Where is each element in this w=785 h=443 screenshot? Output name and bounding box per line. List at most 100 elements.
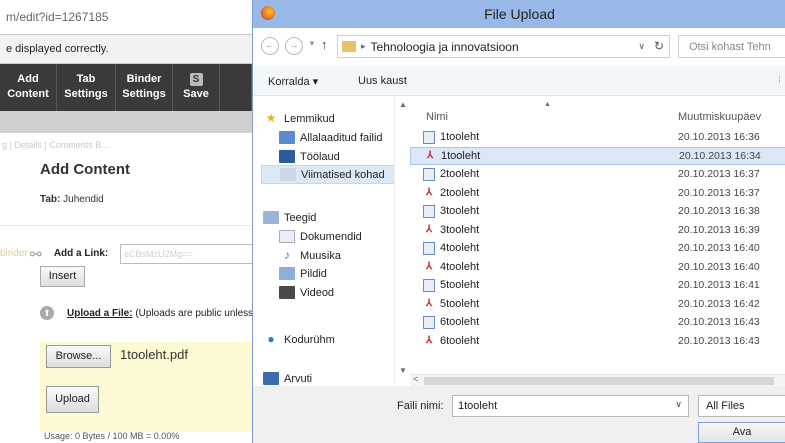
url-bar[interactable]: m/edit?id=1267185	[0, 0, 252, 35]
file-row[interactable]: ⅄ 5tooleht 20.10.2013 16:42	[410, 295, 785, 313]
file-row[interactable]: ⅄ 3tooleht 20.10.2013 16:39	[410, 221, 785, 239]
upload-button[interactable]: Upload	[46, 386, 99, 413]
browse-button[interactable]: Browse...	[46, 345, 111, 368]
binder-settings-button[interactable]: Binder Settings	[116, 64, 173, 111]
filter-value: All Files	[706, 400, 745, 412]
nav-label: Töölaud	[300, 150, 340, 163]
file-name: 3tooleht	[440, 205, 480, 217]
sort-arrow-icon: ▲	[544, 101, 551, 108]
computer-icon	[263, 372, 279, 385]
file-row[interactable]: ⅄ 2tooleht 20.10.2013 16:37	[410, 184, 785, 202]
nav-item-favorites[interactable]: ★ Lemmikud	[261, 109, 401, 128]
file-type-filter[interactable]: All Files	[698, 395, 785, 417]
file-name: 6tooleht	[440, 334, 480, 347]
scroll-down-icon[interactable]: ▼	[399, 366, 407, 375]
nav-item-recent-places[interactable]: Viimatised kohad	[261, 165, 401, 184]
nav-item-desktop[interactable]: Töölaud	[261, 147, 401, 166]
file-name: 5tooleht	[440, 279, 480, 291]
file-date: 20.10.2013 16:34	[679, 149, 761, 162]
nav-item-downloads[interactable]: Allalaaditud failid	[261, 128, 401, 147]
forward-arrow-icon[interactable]: →	[285, 37, 303, 55]
nav-item-pictures[interactable]: Pildid	[261, 264, 401, 283]
file-row[interactable]: 6tooleht 20.10.2013 16:43	[410, 313, 785, 331]
nav-label: Muusika	[300, 249, 341, 262]
word-document-icon	[423, 204, 435, 218]
chevron-down-icon[interactable]: ∨	[675, 399, 682, 410]
nav-item-computer[interactable]: Arvuti	[261, 369, 401, 386]
word-document-icon	[423, 130, 435, 144]
open-button[interactable]: Ava	[698, 422, 785, 443]
file-date: 20.10.2013 16:43	[678, 316, 760, 328]
nav-label: Videod	[300, 286, 335, 299]
up-arrow-icon[interactable]: ↑	[321, 37, 328, 52]
filename-value: 1tooleht	[458, 400, 498, 412]
add-link-row: binder ⚯ Add a Link:	[0, 246, 108, 262]
link-url-input[interactable]: eCBsMzU2Mg==	[120, 244, 252, 264]
nav-label: Dokumendid	[300, 230, 362, 243]
editor-toolbar: Add Content Tab Settings Binder Settings SS…	[0, 64, 252, 111]
path-bar[interactable]: ▸ Tehnoloogia ja innovatsioon ∨ ↻	[337, 35, 670, 58]
file-row[interactable]: ⅄ 6tooleht 20.10.2013 16:43	[410, 332, 785, 350]
usage-text: Usage: 0 Bytes / 100 MB = 0.00%	[44, 431, 180, 441]
faded-text: binder	[0, 247, 28, 259]
navigation-pane: ★ Lemmikud Allalaaditud failid Töölaud Vi…	[253, 96, 410, 386]
view-options-icon[interactable]: ⁞	[778, 75, 781, 86]
organize-menu[interactable]: Korralda ▾	[268, 75, 318, 88]
pdf-file-icon: ⅄	[425, 298, 433, 309]
nav-item-music[interactable]: ♪ Muusika	[261, 246, 401, 265]
path-dropdown-icon[interactable]: ∨	[638, 41, 645, 52]
save-label: Save	[183, 88, 209, 100]
filename-input[interactable]: 1tooleht ∨	[452, 395, 689, 417]
libraries-icon	[263, 211, 279, 224]
scrollbar-thumb[interactable]	[424, 377, 774, 385]
breadcrumb[interactable]: g | Details | Comments B...	[2, 140, 109, 150]
file-row[interactable]: 3tooleht 20.10.2013 16:38	[410, 202, 785, 220]
homegroup-icon: ●	[267, 332, 275, 346]
file-row[interactable]: 5tooleht 20.10.2013 16:41	[410, 276, 785, 294]
nav-item-homegroup[interactable]: ● Kodurühm	[261, 330, 401, 349]
back-arrow-icon[interactable]: ←	[261, 37, 279, 55]
refresh-icon[interactable]: ↻	[654, 39, 664, 53]
nav-item-documents[interactable]: Dokumendid	[261, 227, 401, 246]
add-content-button[interactable]: Add Content	[0, 64, 57, 111]
horizontal-scrollbar[interactable]: <	[410, 374, 785, 386]
file-date: 20.10.2013 16:39	[678, 223, 760, 236]
nav-item-libraries[interactable]: Teegid	[261, 208, 401, 227]
grey-divider-bar	[0, 111, 252, 133]
column-header-name[interactable]: Nimi	[426, 111, 448, 123]
word-document-icon	[423, 167, 435, 181]
upload-file-link[interactable]: Upload a File:	[67, 308, 133, 319]
file-row[interactable]: ⅄ 4tooleht 20.10.2013 16:40	[410, 258, 785, 276]
filename-label: Faili nimi:	[397, 400, 444, 412]
pdf-file-icon: ⅄	[425, 224, 433, 235]
warning-text: e displayed correctly.	[6, 43, 109, 55]
file-name: 2tooleht	[440, 186, 480, 199]
file-date: 20.10.2013 16:38	[678, 205, 760, 217]
file-date: 20.10.2013 16:36	[678, 131, 760, 143]
file-row[interactable]: 2tooleht 20.10.2013 16:37	[410, 165, 785, 183]
scroll-left-icon[interactable]: <	[413, 374, 418, 384]
nav-item-videos[interactable]: Videod	[261, 283, 401, 302]
pdf-file-icon: ⅄	[425, 335, 433, 346]
file-row[interactable]: ⅄ 1tooleht 20.10.2013 16:34	[410, 146, 785, 165]
url-text: m/edit?id=1267185	[6, 10, 109, 24]
word-document-icon	[423, 241, 435, 255]
command-bar: Korralda ▾ Uus kaust ⁞	[253, 66, 785, 96]
dialog-titlebar[interactable]: File Upload	[253, 0, 785, 28]
new-folder-button[interactable]: Uus kaust	[358, 75, 407, 87]
pdf-file-icon: ⅄	[425, 261, 433, 272]
word-document-icon	[423, 315, 435, 329]
save-button[interactable]: S Save	[173, 64, 220, 111]
history-dropdown-icon[interactable]: ▼	[308, 39, 316, 48]
scroll-up-icon[interactable]: ▲	[399, 100, 407, 109]
music-icon: ♪	[284, 248, 290, 262]
insert-button[interactable]: Insert	[40, 266, 85, 287]
divider	[0, 225, 252, 226]
column-header-date[interactable]: Muutmiskuupäev	[678, 111, 761, 123]
nav-pane-scrollbar[interactable]: ▲ ▼	[394, 96, 410, 386]
tab-settings-button[interactable]: Tab Settings	[57, 64, 116, 111]
file-row[interactable]: 1tooleht 20.10.2013 16:36	[410, 128, 785, 146]
file-row[interactable]: 4tooleht 20.10.2013 16:40	[410, 239, 785, 257]
nav-label: Allalaaditud failid	[300, 131, 383, 144]
search-input[interactable]: Otsi kohast Tehn	[678, 35, 785, 58]
